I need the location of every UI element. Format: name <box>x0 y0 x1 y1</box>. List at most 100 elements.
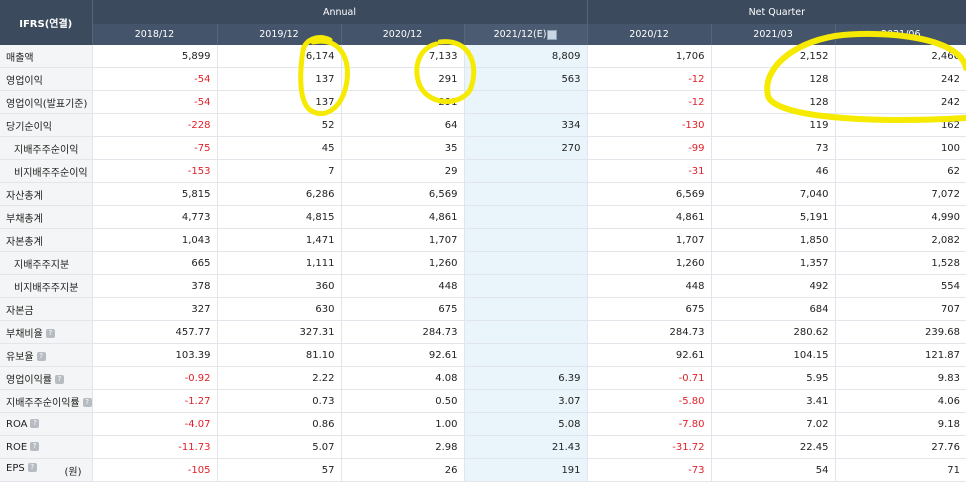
row-label: 유보율? <box>0 343 92 367</box>
table-cell <box>463 343 588 367</box>
column-header: 2021/06 <box>834 24 966 45</box>
row-label-text: ROE <box>6 441 28 453</box>
table-cell: 64 <box>340 113 464 137</box>
table-cell: 1,043 <box>91 228 217 252</box>
column-header: 2018/12 <box>91 24 217 45</box>
table-cell: 675 <box>586 297 712 321</box>
table-cell: 5,899 <box>91 45 217 68</box>
table-cell: 6,569 <box>340 182 464 206</box>
table-row: 지배주주순이익률? -1.27 0.73 0.50 3.07 -5.80 3.41 4.06 <box>0 389 966 413</box>
row-label-text: 부채총계 <box>6 213 43 225</box>
table-cell: 5.07 <box>216 435 341 459</box>
table-cell: 2,152 <box>710 45 836 68</box>
table-cell: 5.95 <box>710 366 836 390</box>
table-cell: 121.87 <box>834 343 966 367</box>
help-icon[interactable]: ? <box>30 442 40 451</box>
table-cell: 21.43 <box>463 435 588 459</box>
table-cell <box>463 297 588 321</box>
help-icon[interactable]: ? <box>30 419 40 428</box>
row-label-text: 자산총계 <box>6 190 43 202</box>
table-cell: 92.61 <box>340 343 464 367</box>
table-cell: 5,191 <box>710 205 836 229</box>
table-cell: 71 <box>834 458 966 482</box>
table-cell: 7.02 <box>710 412 836 436</box>
table-cell: 2.98 <box>340 435 464 459</box>
table-cell: 4,990 <box>834 205 966 229</box>
table-row: 영업이익(발표기준) -54 137 291 -12 128 242 <box>0 90 966 114</box>
table-cell: 360 <box>216 274 341 298</box>
table-row: ROE? -11.73 5.07 2.98 21.43 -31.72 22.45 27.76 <box>0 435 966 459</box>
table-cell: 6,174 <box>216 45 341 68</box>
help-icon[interactable]: ? <box>36 352 46 361</box>
table-cell: 9.83 <box>834 366 966 390</box>
help-icon[interactable]: ? <box>55 375 64 384</box>
row-label: 영업이익률? <box>0 366 92 390</box>
table-cell: -31 <box>586 159 712 183</box>
table-row: ROA? -4.07 0.86 1.00 5.08 -7.80 7.02 9.18 <box>0 412 966 436</box>
table-cell: 0.73 <box>216 389 341 413</box>
table-cell: -75 <box>91 136 217 160</box>
table-cell: 100 <box>834 136 966 160</box>
table-cell: 7,133 <box>340 45 464 68</box>
table-row: 자산총계 5,815 6,286 6,569 6,569 7,040 7,072 <box>0 182 966 206</box>
row-label: ROA? <box>0 412 92 436</box>
table-cell: 327.31 <box>216 320 341 344</box>
table-cell: 6.39 <box>463 366 588 390</box>
row-label: 지배주주순이익 <box>0 136 92 160</box>
table-cell: 46 <box>710 159 836 183</box>
table-cell: 137 <box>216 67 341 91</box>
table-cell: 7,040 <box>710 182 836 206</box>
table-cell: 563 <box>463 67 588 91</box>
table-cell: 92.61 <box>586 343 712 367</box>
help-icon[interactable]: ? <box>45 329 55 338</box>
table-cell: 1,260 <box>586 251 712 275</box>
column-header: 2020/12 <box>340 24 464 45</box>
table-cell: 448 <box>586 274 712 298</box>
table-cell: 1,260 <box>340 251 464 275</box>
estimate-info-icon[interactable] <box>547 29 558 40</box>
row-label-text: 지배주주지분 <box>14 259 70 271</box>
table-cell: 104.15 <box>710 343 836 367</box>
table-cell: 270 <box>463 136 588 160</box>
row-label: 지배주주순이익률? <box>0 389 92 413</box>
annual-group-header: Annual <box>91 0 588 24</box>
table-cell: 29 <box>340 159 464 183</box>
row-label: 자본총계 <box>0 228 92 252</box>
row-label-text: 영업이익(발표기준) <box>6 98 88 110</box>
table-cell: -54 <box>91 67 217 91</box>
quarter-group-header: Net Quarter <box>586 0 966 24</box>
table-cell: 284.73 <box>586 320 712 344</box>
table-cell: 1,357 <box>710 251 836 275</box>
table-cell: -153 <box>91 159 217 183</box>
help-icon[interactable]: ? <box>82 398 92 407</box>
table-cell: 1,706 <box>586 45 712 68</box>
table-cell: 3.07 <box>463 389 588 413</box>
table-cell: 334 <box>463 113 588 137</box>
table-cell: -31.72 <box>586 435 712 459</box>
table-cell: 239.68 <box>834 320 966 344</box>
row-label-text: 영업이익률 <box>6 374 52 386</box>
table-cell: 448 <box>340 274 464 298</box>
table-cell <box>463 228 588 252</box>
column-header: 2019/12 <box>216 24 341 45</box>
table-cell: 4,861 <box>586 205 712 229</box>
column-header-estimate[interactable]: 2021/12(E) <box>463 24 588 45</box>
table-row: 부채총계 4,773 4,815 4,861 4,861 5,191 4,990 <box>0 205 966 229</box>
table-cell: 1.00 <box>340 412 464 436</box>
table-cell: 52 <box>216 113 341 137</box>
table-cell: -73 <box>586 458 712 482</box>
table-cell: -7.80 <box>586 412 712 436</box>
unit-label: (원) <box>64 466 82 478</box>
table-cell: -5.80 <box>586 389 712 413</box>
table-cell: 1,707 <box>586 228 712 252</box>
table-cell: 8,809 <box>463 45 588 68</box>
row-label-text: 비지배주주순이익 <box>14 167 88 179</box>
table-cell: -130 <box>586 113 712 137</box>
help-icon[interactable]: ? <box>27 463 37 472</box>
table-cell: 1,850 <box>710 228 836 252</box>
table-row: 부채비율? 457.77 327.31 284.73 284.73 280.62 239.6… <box>0 320 966 344</box>
table-row: 유보율? 103.39 81.10 92.61 92.61 104.15 121.87 <box>0 343 966 367</box>
table-cell: 45 <box>216 136 341 160</box>
row-label-text: 영업이익 <box>6 75 43 87</box>
table-cell: 4,861 <box>340 205 464 229</box>
